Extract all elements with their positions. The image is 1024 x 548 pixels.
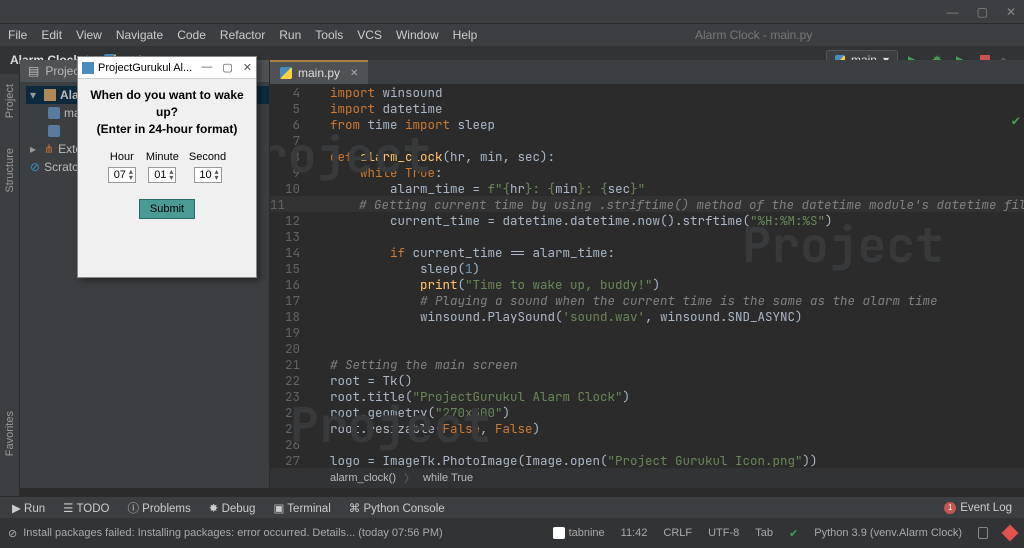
code-line[interactable]: 18 winsound.PlaySound('sound.wav', winso… — [270, 308, 1024, 324]
code-line[interactable]: 7 — [270, 132, 1024, 148]
editor: main.py ✕ ✔ Project Project Project 4imp… — [270, 60, 1024, 488]
interpreter[interactable]: Python 3.9 (venv.Alarm Clock) — [814, 527, 962, 539]
git-icon[interactable] — [1002, 525, 1019, 542]
tool-problems[interactable]: ⓘ Problems — [127, 500, 190, 516]
status-bar: ⊘ Install packages failed: Installing pa… — [0, 518, 1024, 548]
tool-todo[interactable]: ☰ TODO — [63, 501, 109, 515]
minute-spinbox[interactable]: ▴▾ — [148, 167, 176, 183]
dialog-minimize-icon[interactable]: — — [201, 61, 212, 74]
second-spinbox[interactable]: ▴▾ — [194, 167, 222, 183]
tool-project[interactable]: Project — [4, 84, 16, 118]
bottom-tool-tabs: ▶ Run ☰ TODO ⓘ Problems ✸ Debug ▣ Terminal ⌘ … — [0, 496, 1024, 518]
tool-debug[interactable]: ✸ Debug — [209, 501, 256, 515]
window-title: Alarm Clock - main.py — [491, 28, 1016, 42]
code-line[interactable]: 11 # Getting current time by using .stri… — [270, 196, 1024, 212]
code-line[interactable]: 23root.title("ProjectGurukul Alarm Clock… — [270, 388, 1024, 404]
menu-run[interactable]: Run — [279, 28, 301, 42]
code-line[interactable]: 15 sleep(1) — [270, 260, 1024, 276]
dialog-titlebar[interactable]: ProjectGurukul Al... — ▢ ✕ — [78, 57, 256, 79]
status-message[interactable]: Install packages failed: Installing pack… — [23, 527, 552, 539]
code-line[interactable]: 5import datetime — [270, 100, 1024, 116]
encoding[interactable]: UTF-8 — [708, 527, 739, 539]
indent[interactable]: Tab — [755, 527, 773, 539]
tool-structure[interactable]: Structure — [4, 148, 16, 193]
label-minute: Minute — [146, 151, 179, 163]
tool-python-console[interactable]: ⌘ Python Console — [349, 501, 445, 515]
line-separator[interactable]: CRLF — [663, 527, 692, 539]
tool-favorites[interactable]: Favorites — [4, 411, 16, 456]
code-line[interactable]: 4import winsound — [270, 84, 1024, 100]
event-log-button[interactable]: 1Event Log — [944, 502, 1012, 514]
editor-breadcrumb: alarm_clock() 〉 while True — [270, 468, 1024, 488]
os-titlebar: — ▢ ✕ — [0, 0, 1024, 24]
menu-tools[interactable]: Tools — [315, 28, 343, 42]
code-line[interactable]: 10 alarm_time = f"{hr}: {min}: {sec}" — [270, 180, 1024, 196]
code-line[interactable]: 17 # Playing a sound when the current ti… — [270, 292, 1024, 308]
menu-view[interactable]: View — [76, 28, 102, 42]
inspection-icon[interactable]: ✔ — [789, 527, 798, 540]
tool-run[interactable]: ▶ Run — [12, 501, 45, 515]
code-line[interactable]: 8def alarm_clock(hr, min, sec): — [270, 148, 1024, 164]
alarm-dialog: ProjectGurukul Al... — ▢ ✕ When do you w… — [77, 56, 257, 278]
code-line[interactable]: 13 — [270, 228, 1024, 244]
code-line[interactable]: 20 — [270, 340, 1024, 356]
dialog-maximize-icon[interactable]: ▢ — [222, 61, 232, 74]
tool-terminal[interactable]: ▣ Terminal — [273, 501, 330, 515]
label-hour: Hour — [110, 151, 134, 163]
code-line[interactable]: 21# Setting the main screen — [270, 356, 1024, 372]
app-icon — [82, 62, 94, 74]
menu-refactor[interactable]: Refactor — [220, 28, 265, 42]
close-icon[interactable]: ✕ — [1006, 5, 1016, 19]
python-icon — [280, 67, 292, 79]
left-tool-gutter: Project Structure Favorites — [0, 74, 20, 516]
code-line[interactable]: 26 — [270, 436, 1024, 452]
hour-spinbox[interactable]: ▴▾ — [108, 167, 136, 183]
code-area[interactable]: ✔ Project Project Project 4import winsou… — [270, 84, 1024, 468]
code-line[interactable]: 27logo = ImageTk.PhotoImage(Image.open("… — [270, 452, 1024, 468]
menu-bar: File Edit View Navigate Code Refactor Run Tools… — [0, 24, 1024, 46]
code-line[interactable]: 12 current_time = datetime.datetime.now(… — [270, 212, 1024, 228]
code-line[interactable]: 16 print("Time to wake up, buddy!") — [270, 276, 1024, 292]
code-line[interactable]: 22root = Tk() — [270, 372, 1024, 388]
close-tab-icon[interactable]: ✕ — [350, 68, 358, 79]
caret-position[interactable]: 11:42 — [621, 527, 648, 539]
menu-vcs[interactable]: VCS — [357, 28, 382, 42]
code-line[interactable]: 24root.geometry("270x300") — [270, 404, 1024, 420]
menu-window[interactable]: Window — [396, 28, 439, 42]
tabnine-widget[interactable]: tabnine — [553, 527, 605, 539]
label-second: Second — [189, 151, 226, 163]
minimize-icon[interactable]: — — [947, 5, 959, 19]
menu-edit[interactable]: Edit — [41, 28, 62, 42]
maximize-icon[interactable]: ▢ — [977, 5, 988, 19]
inspection-ok-icon[interactable]: ✔ — [1012, 112, 1020, 130]
submit-button[interactable]: Submit — [139, 199, 195, 219]
menu-code[interactable]: Code — [177, 28, 206, 42]
code-line[interactable]: 25root.resizable(False, False) — [270, 420, 1024, 436]
menu-help[interactable]: Help — [453, 28, 478, 42]
editor-tab[interactable]: main.py ✕ — [270, 60, 368, 84]
code-line[interactable]: 6from time import sleep — [270, 116, 1024, 132]
lock-icon[interactable] — [978, 527, 988, 539]
menu-navigate[interactable]: Navigate — [116, 28, 163, 42]
menu-file[interactable]: File — [8, 28, 27, 42]
code-line[interactable]: 9 while True: — [270, 164, 1024, 180]
dialog-prompt: When do you want to wake up? (Enter in 2… — [86, 87, 248, 137]
dialog-close-icon[interactable]: ✕ — [243, 61, 252, 74]
code-line[interactable]: 14 if current_time == alarm_time: — [270, 244, 1024, 260]
code-line[interactable]: 19 — [270, 324, 1024, 340]
